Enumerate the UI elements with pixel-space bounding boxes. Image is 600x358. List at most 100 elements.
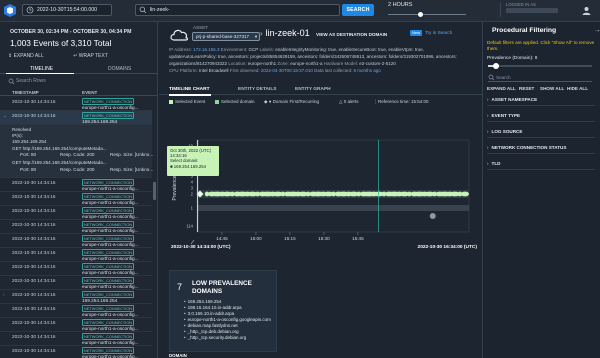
table-row[interactable]: 2022-10-30 14:34:16 NETWORK_CONNECTION eur…: [0, 318, 152, 332]
legend-label: Reference time: 15:54:00: [377, 99, 429, 104]
row-description: europe-north1-a-osconfig...: [82, 104, 139, 110]
wrap-text-button[interactable]: ↵ WRAP TEXT: [73, 53, 122, 59]
search-input[interactable]: lin-zeek-: [135, 4, 340, 16]
filter-panel-title: Procedural Filtering →: [492, 27, 600, 34]
show-all-filters-button[interactable]: SHOW ALL: [540, 86, 564, 91]
event-rows: 2022-10-30 14:34:16 NETWORK_CONNECTION eur…: [0, 178, 152, 358]
legend-label: Selected domain: [221, 99, 255, 104]
port-1: Port: 80: [20, 152, 37, 157]
table-row-selected[interactable]: ⌄ 2022-10-30 14:34:16 NETWORK_CONNECTION…: [0, 111, 152, 125]
tab-timeline-chart[interactable]: TIMELINE CHART: [169, 87, 210, 92]
col-event[interactable]: EVENT: [82, 90, 97, 95]
filter-section-log-source[interactable]: › LOG SOURCE: [487, 126, 595, 138]
legend-first-recurring: ◆ ● Domain First/Recurring: [264, 99, 319, 105]
chevron-down-icon[interactable]: ⌄: [3, 113, 7, 119]
event-point[interactable]: [461, 191, 469, 197]
table-row[interactable]: 2022-10-30 14:34:16 NETWORK_CONNECTION eur…: [0, 234, 152, 248]
event-tooltip: Oct 30th, 2022 (UTC) 14:34:16 Select dom…: [167, 146, 219, 176]
table-row[interactable]: 2022-10-30 14:34:16 NETWORK_CONNECTION eur…: [0, 178, 152, 192]
search-icon: [139, 6, 147, 14]
tab-entity-details[interactable]: ENTITY DETAILS: [238, 87, 276, 92]
filter-search-input[interactable]: Search: [488, 73, 592, 82]
table-row[interactable]: 2022-10-30 14:34:16 NETWORK_CONNECTION eur…: [0, 304, 152, 318]
labels-value: enableIntegrityMonitoring: true, enableS…: [275, 47, 424, 52]
datetime-input[interactable]: 2022-10-30T15:54:00.000: [22, 4, 112, 16]
logged-in-label: LOGGED IN AS: [506, 2, 536, 7]
chevron-right-icon[interactable]: ›: [3, 292, 5, 297]
view-as-destination-link[interactable]: VIEW AS DESTINATION DOMAIN: [316, 32, 387, 37]
filter-section-network-connection-status[interactable]: › NETWORK CONNECTION STATUS: [487, 142, 595, 154]
legend-swatch: [215, 99, 219, 104]
row-timestamp: 2022-10-30 14:34:16: [12, 250, 56, 255]
location-key: Location:: [228, 61, 247, 66]
hide-all-filters-button[interactable]: HIDE ALL: [567, 86, 588, 91]
resolved-ip: 169.254.169.254: [12, 139, 47, 144]
tab-entity-graph[interactable]: ENTITY GRAPH: [295, 87, 331, 92]
reset-filters-button[interactable]: RESET: [519, 86, 534, 91]
list-item[interactable]: _http._tcp.security.debian.org: [184, 335, 271, 341]
search-rows-placeholder: Search Rows: [16, 78, 46, 84]
project-name: prj-p-shared-base-327317: [196, 34, 250, 39]
ip-address-link[interactable]: 172.16.156.3: [193, 47, 219, 52]
last-collected-value[interactable]: 8 months ago: [353, 68, 380, 73]
labels-key: Labels:: [259, 47, 274, 52]
asset-name-text: lin-zeek-01: [265, 28, 310, 38]
table-row[interactable]: › 2022-10-30 14:34:16 NETWORK_CONNECTION 16…: [0, 290, 152, 304]
table-row[interactable]: 2022-10-30 14:34:16 NETWORK_CONNECTION eur…: [0, 248, 152, 262]
prevalence-slider[interactable]: [488, 63, 592, 69]
events-table: 2022-10-30 14:34:16 NETWORK_CONNECTION e…: [0, 97, 153, 358]
events-tabs: TIMELINE DOMAINS: [0, 64, 158, 74]
search-button[interactable]: SEARCH: [342, 4, 374, 16]
table-row[interactable]: 2022-10-30 14:34:16 NETWORK_CONNECTION e…: [0, 97, 152, 111]
wrap-text-label: WRAP TEXT: [78, 53, 108, 59]
row-timestamp: 2022-10-30 14:34:16: [12, 320, 56, 325]
slider-knob[interactable]: [493, 63, 500, 69]
chronicle-logo-icon: [4, 4, 16, 17]
legend-selected-domain: Selected domain: [215, 99, 255, 104]
arrow-right-icon[interactable]: →: [594, 27, 600, 34]
cpu-value: Intel Broadwell: [199, 68, 229, 73]
asset-meta-line-1: IP Address: 172.16.156.3 Environment: GC…: [169, 47, 474, 52]
events-table-header: TIMESTAMP EVENT: [0, 88, 158, 96]
expand-all-filters-button[interactable]: EXPAND ALL: [487, 86, 516, 91]
table-row[interactable]: 2022-10-30 14:34:16 NETWORK_CONNECTION eur…: [0, 220, 152, 234]
y-axis-label: Prevalence: [172, 175, 178, 200]
user-menu-icon[interactable]: [582, 6, 591, 15]
date-range: OCTOBER 30, 02:34 PM - OCTOBER 30, 04:34…: [10, 29, 132, 35]
y-tick-label: 3: [191, 186, 194, 191]
search-query: lin-zeek-: [150, 7, 170, 13]
col-timestamp[interactable]: TIMESTAMP: [12, 90, 39, 95]
table-row[interactable]: 2022-10-30 14:34:16 NETWORK_CONNECTION eur…: [0, 192, 152, 206]
scrollbar-thumb[interactable]: [153, 182, 156, 200]
filter-section-event-type[interactable]: › EVENT TYPE: [487, 110, 595, 122]
tab-timeline[interactable]: TIMELINE: [30, 66, 53, 72]
table-row[interactable]: 2022-10-30 14:34:16 NETWORK_CONNECTION eur…: [0, 332, 152, 346]
time-range-slider[interactable]: 2 HOURS: [388, 2, 468, 17]
filter-section-asset-namespace[interactable]: › ASSET NAMESPACE: [487, 94, 595, 106]
try-in-search-link[interactable]: Try in Search: [425, 30, 452, 35]
top-bar: 2022-10-30T15:54:00.000 lin-zeek- SEARCH…: [0, 0, 600, 22]
project-dropdown[interactable]: prj-p-shared-base-327317 ▾: [192, 32, 261, 41]
timeline-chart[interactable]: Prevalence1234567891011414:4515:0015:151…: [159, 108, 482, 258]
x-tick-label: 15:15: [284, 236, 296, 241]
tab-domains[interactable]: DOMAINS: [108, 66, 131, 72]
search-rows-input[interactable]: Search Rows: [8, 77, 152, 86]
first-observed-value[interactable]: 2022-03-30T00:18:37.010: [261, 68, 313, 73]
table-row[interactable]: 2022-10-30 14:34:16 NETWORK_CONNECTION eur…: [0, 206, 152, 220]
table-row[interactable]: 2022-10-30 14:34:16 NETWORK_CONNECTION eur…: [0, 276, 152, 290]
ip-address-key: IP Address:: [169, 47, 192, 52]
cloud-asset-icon: [170, 29, 189, 41]
active-tab-indicator: [6, 73, 74, 74]
chevron-right-icon: ›: [487, 145, 489, 150]
row-timestamp: 2022-10-30 14:34:16: [12, 180, 56, 185]
y-tick-label: 1: [191, 206, 194, 211]
expand-all-button[interactable]: ⇕ EXPAND ALL: [8, 53, 58, 59]
range-knob[interactable]: [418, 12, 423, 17]
filter-section-tld[interactable]: › TLD: [487, 158, 595, 170]
asset-view: ASSET prj-p-shared-base-327317 ▾ › lin-ze…: [159, 22, 482, 358]
environment-value: GCP: [248, 47, 259, 52]
table-row[interactable]: 2022-10-30 14:34:16 NETWORK_CONNECTION eur…: [0, 262, 152, 276]
chevron-right-icon: ›: [260, 29, 263, 38]
table-row[interactable]: 2022-10-30 14:34:16 NETWORK_CONNECTION eur…: [0, 346, 152, 358]
outlier-point[interactable]: [429, 213, 436, 219]
